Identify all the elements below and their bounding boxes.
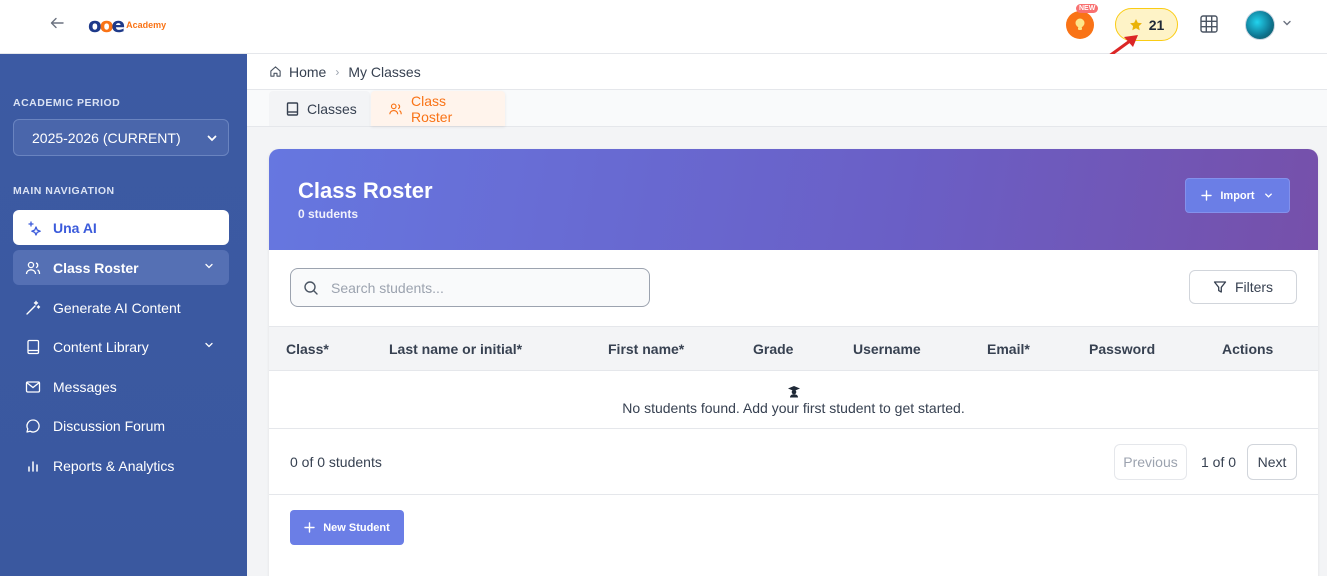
lightbulb-icon[interactable]	[1066, 11, 1094, 39]
tab-bar: Classes Class Roster	[247, 90, 1327, 127]
filter-icon	[1213, 281, 1227, 293]
previous-button[interactable]: Previous	[1114, 444, 1187, 480]
search-input[interactable]: Search students...	[290, 268, 650, 307]
sidebar-item-discussion-forum[interactable]: Discussion Forum	[13, 408, 229, 443]
pagination: 0 of 0 students Previous 1 of 0 Next	[269, 429, 1318, 495]
student-count: 0 students	[298, 207, 359, 221]
sidebar: ACADEMIC PERIOD 2025-2026 (CURRENT) MAIN…	[0, 54, 247, 576]
academic-period-select[interactable]: 2025-2026 (CURRENT)	[13, 119, 229, 156]
back-arrow-icon[interactable]	[46, 14, 68, 36]
column-header: Actions	[1222, 341, 1274, 357]
column-header[interactable]: Username	[853, 341, 921, 357]
sidebar-item-label: Discussion Forum	[53, 417, 166, 434]
class-roster-card: Class Roster 0 students Import Search st…	[269, 149, 1318, 576]
roster-header: Class Roster 0 students Import	[269, 149, 1318, 250]
chevron-down-icon[interactable]	[1280, 16, 1294, 30]
plus-icon	[304, 522, 315, 533]
home-icon[interactable]	[269, 65, 282, 78]
sidebar-item-label: Content Library	[53, 338, 149, 355]
tab-classes[interactable]: Classes	[269, 91, 370, 126]
column-header[interactable]: Password	[1089, 341, 1155, 357]
bar-chart-icon	[25, 458, 41, 474]
empty-message: No students found. Add your first studen…	[622, 400, 965, 416]
sidebar-item-generate-ai-content[interactable]: Generate AI Content	[13, 290, 229, 325]
top-bar: ooe Academy NEW 21	[0, 0, 1327, 64]
sidebar-item-label: Generate AI Content	[53, 299, 181, 316]
table-header: Class* Last name or initial* First name*…	[269, 326, 1318, 371]
magic-wand-icon	[25, 300, 41, 316]
logo-text: Academy	[126, 20, 167, 30]
search-icon	[303, 280, 319, 296]
column-header[interactable]: Class*	[286, 341, 329, 357]
sidebar-item-messages[interactable]: Messages	[13, 369, 229, 404]
page-title: Class Roster	[298, 178, 433, 203]
sidebar-item-label: Class Roster	[53, 259, 139, 276]
book-icon	[25, 339, 41, 355]
chevron-down-icon	[207, 135, 217, 141]
filters-label: Filters	[1234, 279, 1274, 295]
chevron-down-icon	[205, 342, 213, 348]
book-icon	[286, 101, 299, 116]
tab-label: Classes	[307, 100, 357, 117]
logo[interactable]: ooe Academy	[88, 12, 174, 38]
apps-grid-icon[interactable]	[1200, 15, 1218, 33]
logo-mark: ooe	[88, 13, 125, 37]
tab-label: Class Roster	[411, 92, 453, 125]
empty-state-row: No students found. Add your first studen…	[269, 371, 1318, 429]
avatar[interactable]	[1245, 10, 1275, 40]
star-icon	[1129, 18, 1142, 30]
page-indicator: 1 of 0	[1201, 454, 1237, 470]
import-button[interactable]: Import	[1185, 178, 1290, 213]
pagination-count: 0 of 0 students	[290, 454, 382, 470]
graduate-icon	[788, 386, 800, 398]
sidebar-item-label: Messages	[53, 378, 117, 395]
breadcrumb-home[interactable]: Home	[289, 64, 326, 80]
next-button[interactable]: Next	[1247, 444, 1297, 480]
column-header[interactable]: Grade	[753, 341, 793, 357]
breadcrumb-separator: ›	[335, 64, 340, 79]
new-badge: NEW	[1076, 4, 1099, 13]
sidebar-item-label: Una AI	[53, 219, 97, 236]
tab-class-roster[interactable]: Class Roster	[371, 91, 505, 126]
sparkle-icon	[25, 220, 41, 236]
search-placeholder: Search students...	[331, 279, 444, 296]
new-student-button[interactable]: New Student	[290, 510, 404, 545]
sidebar-item-reports-analytics[interactable]: Reports & Analytics	[13, 448, 229, 483]
new-student-label: New Student	[323, 521, 390, 534]
chat-bubble-icon	[25, 418, 41, 434]
sidebar-item-label: Reports & Analytics	[53, 457, 175, 474]
users-icon	[388, 102, 403, 116]
breadcrumb: Home › My Classes	[247, 54, 1327, 90]
main-navigation-label: MAIN NAVIGATION	[13, 185, 115, 197]
users-icon	[25, 260, 41, 276]
breadcrumb-current: My Classes	[348, 63, 421, 80]
sidebar-item-una-ai[interactable]: Una AI	[13, 210, 229, 245]
column-header[interactable]: First name*	[608, 341, 684, 357]
academic-period-label: ACADEMIC PERIOD	[13, 97, 121, 109]
chevron-down-icon	[205, 263, 213, 269]
column-header[interactable]: Last name or initial*	[389, 341, 522, 357]
academic-period-value: 2025-2026 (CURRENT)	[32, 129, 181, 146]
mail-icon	[25, 379, 41, 395]
points-count: 21	[1148, 16, 1165, 33]
sidebar-item-content-library[interactable]: Content Library	[13, 329, 229, 364]
import-label: Import	[1220, 189, 1255, 202]
sidebar-item-class-roster[interactable]: Class Roster	[13, 250, 229, 285]
chevron-down-icon	[1264, 193, 1272, 198]
column-header[interactable]: Email*	[987, 341, 1030, 357]
filters-button[interactable]: Filters	[1189, 270, 1297, 304]
plus-icon	[1201, 190, 1213, 201]
